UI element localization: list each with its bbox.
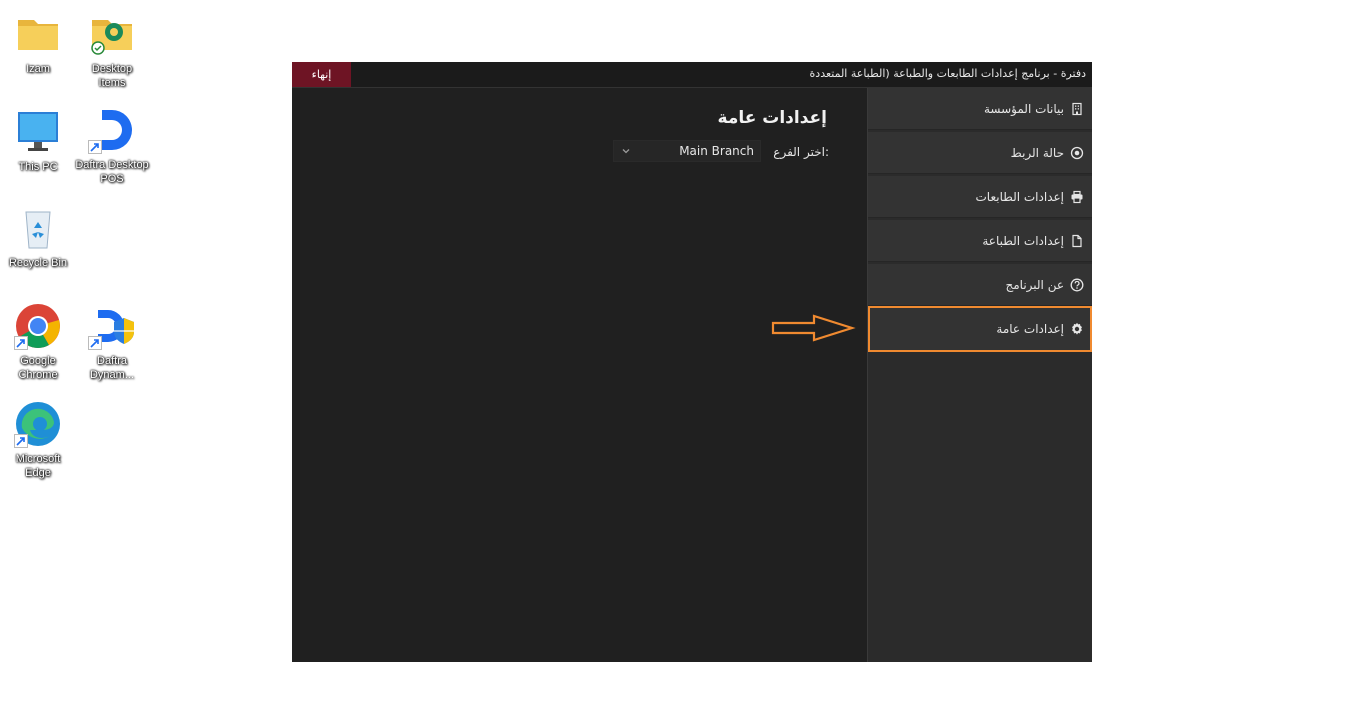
desktop-icon-recycle-bin[interactable]: Recycle Bin: [0, 204, 76, 270]
sidebar-item-connection-status[interactable]: حالة الربط: [868, 132, 1092, 174]
folder-icon: [14, 10, 62, 58]
chrome-icon: [14, 302, 62, 350]
desktop-icon-desktop-items[interactable]: Desktop Items: [74, 10, 150, 90]
exit-button[interactable]: إنهاء: [292, 62, 351, 87]
dot-circle-icon: [1070, 146, 1084, 160]
desktop-icon-google-chrome[interactable]: Google Chrome: [0, 302, 76, 382]
window-title: دفترة - برنامج إعدادات الطابعات والطباعة…: [809, 67, 1086, 80]
page-title: إعدادات عامة: [717, 108, 827, 128]
branch-select[interactable]: Main Branch: [613, 140, 761, 162]
desktop-icon-label: Recycle Bin: [8, 257, 68, 269]
daftra-dynamic-icon: [88, 302, 136, 350]
shortcut-arrow-icon: [14, 336, 28, 350]
edge-icon: [14, 400, 62, 448]
arrow-annotation-icon: [771, 314, 856, 342]
desktop-icon-this-pc[interactable]: This PC: [0, 108, 76, 174]
desktop-icon-daftra-dynamic[interactable]: Daftra Dynam...: [74, 302, 150, 382]
question-circle-icon: [1070, 278, 1084, 292]
printer-icon: [1070, 190, 1084, 204]
app-window: إنهاء دفترة - برنامج إعدادات الطابعات وا…: [292, 62, 1092, 662]
branch-select-value: Main Branch: [679, 144, 754, 158]
building-icon: [1070, 102, 1084, 116]
sidebar-item-printer-settings[interactable]: إعدادات الطابعات: [868, 176, 1092, 218]
sidebar-item-label: إعدادات عامة: [996, 321, 1064, 336]
desktop-icon-label: Google Chrome: [18, 355, 58, 381]
sidebar-item-organization-data[interactable]: بيانات المؤسسة: [868, 88, 1092, 130]
sidebar-item-about[interactable]: عن البرنامج: [868, 264, 1092, 306]
desktop-icon-microsoft-edge[interactable]: Microsoft Edge: [0, 400, 76, 480]
gear-icon: [1070, 322, 1084, 336]
sidebar: بيانات المؤسسة حالة الربط إعدادات الطابع…: [867, 88, 1092, 662]
desktop-icon-label: Microsoft Edge: [15, 453, 61, 479]
branch-label: اختر الفرع:: [773, 145, 829, 159]
shortcut-arrow-icon: [88, 140, 102, 154]
title-bar: إنهاء دفترة - برنامج إعدادات الطابعات وا…: [292, 62, 1092, 88]
sidebar-item-label: حالة الربط: [1010, 145, 1064, 160]
shortcut-arrow-icon: [88, 336, 102, 350]
recycle-bin-icon: [14, 204, 62, 252]
monitor-icon: [14, 108, 62, 156]
sidebar-item-label: بيانات المؤسسة: [983, 101, 1064, 116]
desktop-icon-label: This PC: [18, 161, 58, 173]
sidebar-item-label: عن البرنامج: [1005, 277, 1064, 292]
sidebar-item-print-settings[interactable]: إعدادات الطباعة: [868, 220, 1092, 262]
file-icon: [1070, 234, 1084, 248]
sidebar-item-label: إعدادات الطابعات: [975, 189, 1065, 204]
main-panel: إعدادات عامة اختر الفرع: Main Branch: [292, 88, 867, 662]
sidebar-item-label: إعدادات الطباعة: [982, 233, 1064, 248]
chevron-down-icon: [622, 149, 630, 154]
folder-edge-icon: [88, 10, 136, 58]
desktop-icon-daftra-pos[interactable]: Daftra Desktop POS: [74, 106, 150, 186]
daftra-icon: [88, 106, 136, 154]
shortcut-arrow-icon: [14, 434, 28, 448]
desktop-icon-izam[interactable]: Izam: [0, 10, 76, 76]
desktop-icon-label: Desktop Items: [91, 63, 133, 89]
sidebar-item-general-settings[interactable]: إعدادات عامة: [868, 306, 1092, 352]
desktop-icon-label: Izam: [26, 63, 50, 75]
desktop-icon-label: Daftra Desktop POS: [75, 159, 149, 185]
desktop-icon-label: Daftra Dynam...: [89, 355, 134, 381]
